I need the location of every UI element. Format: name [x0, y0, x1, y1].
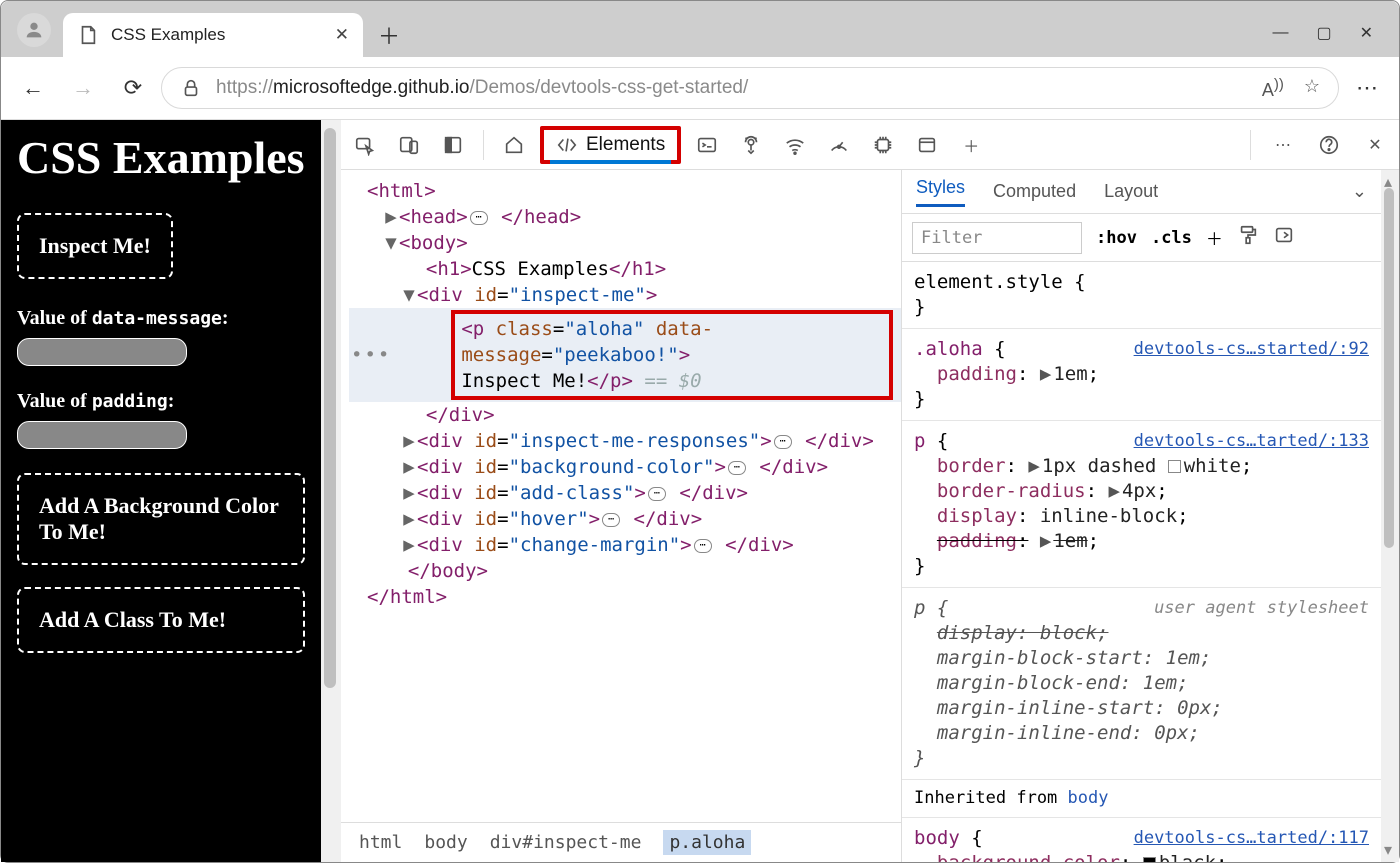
lock-icon	[180, 77, 202, 99]
styles-tab[interactable]: Styles	[916, 177, 965, 207]
inspect-me-box[interactable]: Inspect Me!	[17, 213, 173, 279]
browser-tab[interactable]: CSS Examples ✕	[63, 13, 363, 57]
styles-panel: Styles Computed Layout ⌄ Filter :hov .cl…	[901, 170, 1381, 862]
devtools-tabbar: Elements ＋ ⋯ ✕	[341, 120, 1399, 170]
application-icon[interactable]	[909, 127, 945, 163]
computed-tab[interactable]: Computed	[993, 181, 1076, 202]
page-scrollbar[interactable]	[321, 120, 341, 862]
paint-icon[interactable]	[1237, 224, 1259, 251]
background-color-box[interactable]: Add A Background Color To Me!	[17, 473, 305, 565]
memory-icon[interactable]	[865, 127, 901, 163]
page-viewport: CSS Examples Inspect Me! Value of data-m…	[1, 120, 321, 862]
browser-toolbar: ← → ⟳ https://microsoftedge.github.io/De…	[1, 57, 1399, 119]
dock-icon[interactable]	[435, 127, 471, 163]
devtools: Elements ＋ ⋯ ✕ <html> ▶<head>⋯ </head>	[341, 120, 1399, 862]
dom-panel: <html> ▶<head>⋯ </head> ▼<body> <h1>CSS …	[341, 170, 901, 862]
settings-button[interactable]: ⋯	[1345, 75, 1389, 101]
breadcrumbs[interactable]: html body div#inspect-me p.aloha	[341, 822, 901, 862]
layout-tab[interactable]: Layout	[1104, 181, 1158, 202]
content-area: CSS Examples Inspect Me! Value of data-m…	[1, 119, 1399, 862]
sources-icon[interactable]	[733, 127, 769, 163]
styles-rules[interactable]: element.style { } devtools-cs…started/:9…	[902, 262, 1381, 862]
minimize-button[interactable]: —	[1272, 24, 1288, 42]
data-message-label: Value of data-message:	[17, 307, 305, 330]
styles-tabs: Styles Computed Layout ⌄	[902, 170, 1381, 214]
welcome-icon[interactable]	[496, 127, 532, 163]
close-window-button[interactable]: ✕	[1360, 23, 1373, 43]
new-tab-button[interactable]: ＋	[369, 15, 409, 55]
console-icon[interactable]	[689, 127, 725, 163]
body-rule: devtools-cs…tarted/:117 body { backgroun…	[902, 818, 1381, 862]
devtools-close-icon[interactable]: ✕	[1357, 127, 1393, 163]
selected-dom-node[interactable]: ••• <p class="aloha" data-message="peeka…	[349, 308, 901, 402]
tab-close-icon[interactable]: ✕	[335, 25, 349, 45]
forward-button: →	[61, 66, 105, 110]
performance-icon[interactable]	[821, 127, 857, 163]
read-aloud-icon[interactable]: A))	[1262, 76, 1284, 101]
elements-tab[interactable]: Elements	[540, 126, 681, 164]
styles-more-icon[interactable]: ⌄	[1352, 181, 1367, 202]
maximize-button[interactable]: ▢	[1316, 23, 1331, 43]
add-class-box[interactable]: Add A Class To Me!	[17, 587, 305, 653]
p-rule: devtools-cs…tarted/:133 p { border: ▶1px…	[902, 421, 1381, 588]
page-title: CSS Examples	[17, 130, 305, 185]
cls-toggle[interactable]: .cls	[1151, 228, 1192, 248]
padding-input[interactable]	[17, 421, 187, 449]
profile-avatar[interactable]	[17, 13, 51, 47]
more-tabs-icon[interactable]: ＋	[953, 127, 989, 163]
favorite-icon[interactable]: ☆	[1304, 76, 1320, 101]
tab-title: CSS Examples	[111, 25, 225, 45]
styles-scrollbar[interactable]: ▴ ▾	[1381, 170, 1399, 862]
data-message-input[interactable]	[17, 338, 187, 366]
padding-label: Value of padding:	[17, 390, 305, 413]
aloha-rule: devtools-cs…started/:92 .aloha { padding…	[902, 329, 1381, 421]
url: https://microsoftedge.github.io/Demos/de…	[216, 77, 748, 99]
inspect-icon[interactable]	[347, 127, 383, 163]
back-button[interactable]: ←	[11, 66, 55, 110]
page-icon	[77, 24, 99, 46]
devtools-more-icon[interactable]: ⋯	[1265, 127, 1301, 163]
network-icon[interactable]	[777, 127, 813, 163]
address-bar[interactable]: https://microsoftedge.github.io/Demos/de…	[161, 67, 1339, 109]
panel-toggle-icon[interactable]	[1273, 224, 1295, 251]
element-style-rule: element.style { }	[902, 262, 1381, 329]
new-rule-icon[interactable]: ＋	[1206, 225, 1223, 250]
ua-p-rule: user agent stylesheet p { display: block…	[902, 588, 1381, 780]
dom-tree[interactable]: <html> ▶<head>⋯ </head> ▼<body> <h1>CSS …	[341, 170, 901, 822]
code-icon	[556, 134, 578, 156]
inherited-section: Inherited from body	[902, 780, 1381, 818]
hov-toggle[interactable]: :hov	[1096, 228, 1137, 248]
device-icon[interactable]	[391, 127, 427, 163]
styles-filter-input[interactable]: Filter	[912, 222, 1082, 254]
help-icon[interactable]	[1311, 127, 1347, 163]
refresh-button[interactable]: ⟳	[111, 66, 155, 110]
styles-toolbar: Filter :hov .cls ＋	[902, 214, 1381, 262]
window-controls: — ▢ ✕	[1272, 23, 1391, 57]
titlebar: CSS Examples ✕ ＋ — ▢ ✕	[1, 1, 1399, 57]
